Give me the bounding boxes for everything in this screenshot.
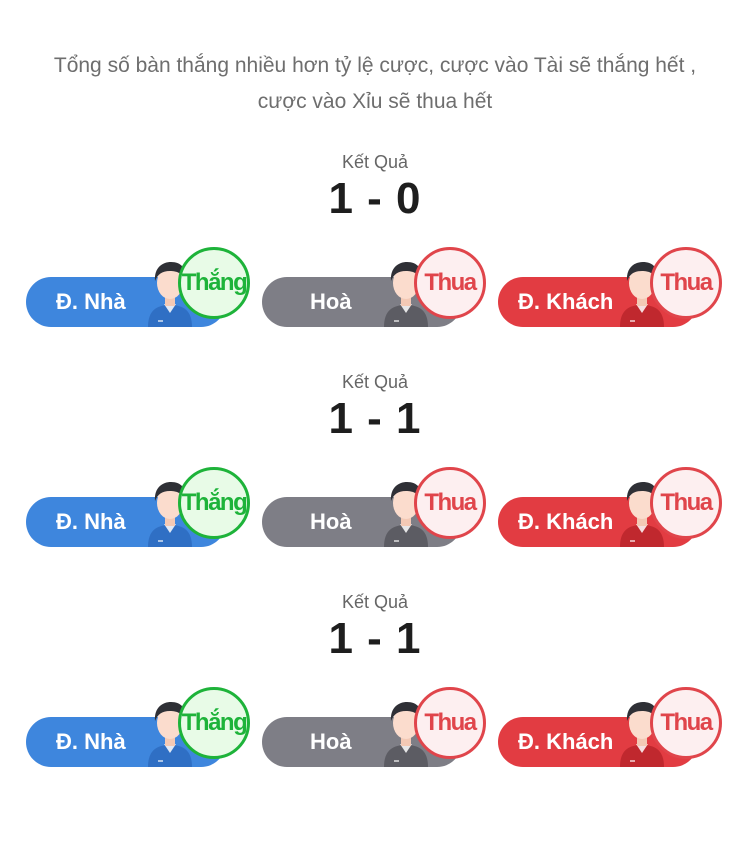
- score: 1 - 1: [328, 614, 422, 663]
- draw-button[interactable]: Hoà Thua: [262, 687, 486, 767]
- result-section: Kết Quả 1 - 0 Đ. Nhà Thắng Hoà Thua Đ. K…: [0, 152, 750, 372]
- result-label: Kết Quả: [341, 592, 409, 612]
- away-team-button[interactable]: Đ. Khách Thua: [498, 247, 722, 327]
- lose-badge: Thua: [414, 467, 486, 539]
- draw-label: Hoà: [310, 729, 352, 754]
- result-section: Kết Quả 1 - 1 Đ. Nhà Thắng Hoà Thua Đ. K…: [0, 372, 750, 592]
- win-badge: Thắng: [178, 247, 250, 319]
- draw-button[interactable]: Hoà Thua: [262, 247, 486, 327]
- description-text: Tổng số bàn thắng nhiều hơn tỷ lệ cược, …: [53, 54, 697, 113]
- win-badge: Thắng: [178, 467, 250, 539]
- result-section: Kết Quả 1 - 1 Đ. Nhà Thắng Hoà Thua Đ. K…: [0, 592, 750, 812]
- win-badge: Thắng: [178, 687, 250, 759]
- home-team-label: Đ. Nhà: [56, 729, 126, 754]
- away-team-label: Đ. Khách: [518, 729, 614, 754]
- score: 1 - 0: [328, 174, 422, 223]
- lose-badge: Thua: [650, 247, 722, 319]
- home-team-label: Đ. Nhà: [56, 509, 126, 534]
- draw-label: Hoà: [310, 289, 352, 314]
- lose-badge: Thua: [414, 687, 486, 759]
- score: 1 - 1: [328, 394, 422, 443]
- home-team-label: Đ. Nhà: [56, 289, 126, 314]
- lose-badge: Thua: [650, 687, 722, 759]
- draw-label: Hoà: [310, 509, 352, 534]
- lose-badge: Thua: [414, 247, 486, 319]
- away-team-label: Đ. Khách: [518, 509, 614, 534]
- lose-badge: Thua: [650, 467, 722, 539]
- draw-button[interactable]: Hoà Thua: [262, 467, 486, 547]
- away-team-button[interactable]: Đ. Khách Thua: [498, 687, 722, 767]
- away-team-button[interactable]: Đ. Khách Thua: [498, 467, 722, 547]
- away-team-label: Đ. Khách: [518, 289, 614, 314]
- home-team-button[interactable]: Đ. Nhà Thắng: [26, 247, 250, 327]
- home-team-button[interactable]: Đ. Nhà Thắng: [26, 467, 250, 547]
- result-label: Kết Quả: [341, 152, 409, 172]
- home-team-button[interactable]: Đ. Nhà Thắng: [26, 687, 250, 767]
- result-label: Kết Quả: [341, 372, 409, 392]
